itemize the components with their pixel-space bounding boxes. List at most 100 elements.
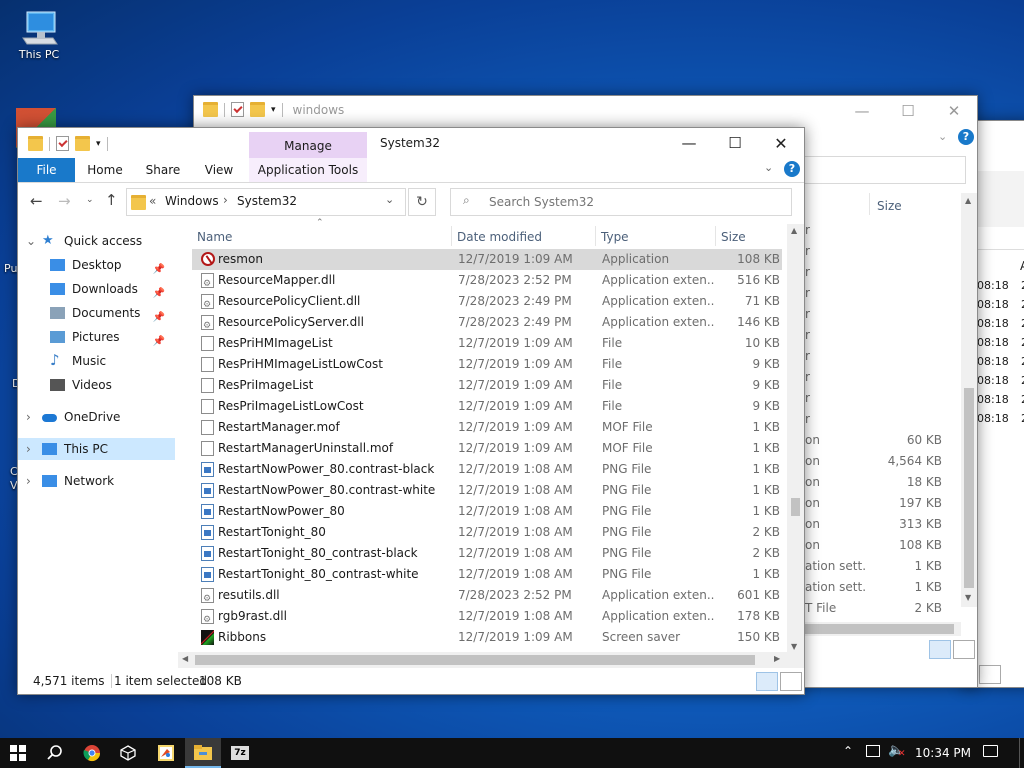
- file-row[interactable]: RestartTonight_80_contrast-white 12/7/201…: [192, 564, 782, 585]
- notifications-icon[interactable]: [983, 745, 998, 757]
- new-folder-icon[interactable]: [250, 102, 265, 117]
- breadcrumb-separator-icon[interactable]: ›: [223, 193, 228, 207]
- minimize-button[interactable]: —: [839, 96, 885, 126]
- file-row[interactable]: ResourcePolicyServer.dll 7/28/2023 2:49 P…: [192, 312, 782, 337]
- clock[interactable]: 10:34 PM: [915, 746, 971, 760]
- tab-home[interactable]: Home: [78, 158, 132, 182]
- search-input[interactable]: [487, 192, 781, 212]
- overflow-crumb[interactable]: «: [149, 194, 156, 208]
- file-row[interactable]: RestartNowPower_80.contrast-black 12/7/20…: [192, 459, 782, 480]
- expand-chevron-icon[interactable]: ›: [26, 438, 31, 460]
- file-row[interactable]: RestartNowPower_80 12/7/2019 1:08 AM PNG F…: [192, 501, 782, 522]
- large-icons-view-button[interactable]: [979, 665, 1001, 684]
- properties-icon[interactable]: [56, 136, 69, 151]
- ribbon-expand-icon[interactable]: ⌄: [938, 130, 947, 143]
- back-vertical-scrollbar[interactable]: ▲ ▼: [961, 193, 977, 607]
- file-explorer-taskbar-button[interactable]: [185, 738, 221, 768]
- nav-item-this-pc[interactable]: › This PC: [18, 438, 175, 460]
- maximize-button[interactable]: ☐: [712, 128, 758, 158]
- maximize-button[interactable]: ☐: [885, 96, 931, 126]
- back-arrow-icon[interactable]: ←: [30, 192, 43, 210]
- chrome-taskbar-button[interactable]: [74, 738, 110, 768]
- file-row[interactable]: rgb9rast.dll 12/7/2019 1:08 AM Application…: [192, 606, 782, 631]
- file-row[interactable]: resutils.dll 7/28/2023 2:52 PM Application…: [192, 585, 782, 610]
- back-horizontal-scrollbar[interactable]: [794, 622, 961, 636]
- nav-item-music[interactable]: ♪ Music: [18, 350, 175, 372]
- paint-taskbar-button[interactable]: [148, 738, 184, 768]
- search-button[interactable]: [37, 738, 73, 768]
- file-row[interactable]: ResPriImageList 12/7/2019 1:09 AM File 9 KB: [192, 375, 782, 396]
- chevron-down-icon[interactable]: ▾: [271, 105, 276, 115]
- manage-contextual-tab[interactable]: Manage: [249, 132, 367, 158]
- close-button[interactable]: ✕: [931, 96, 977, 126]
- vertical-scrollbar[interactable]: ▲ ▼: [787, 224, 804, 656]
- nav-item-network[interactable]: › Network: [18, 470, 175, 492]
- ribbon-expand-icon[interactable]: ⌄: [764, 161, 773, 174]
- scrollbar-thumb[interactable]: [791, 498, 800, 516]
- breadcrumb-system32[interactable]: System32: [237, 194, 297, 208]
- tab-share[interactable]: Share: [136, 158, 190, 182]
- nav-item-quick-access[interactable]: ⌄ ★ Quick access: [18, 230, 175, 252]
- column-header-date-modified[interactable]: Date modified: [457, 225, 542, 249]
- network-tray-icon[interactable]: [866, 745, 880, 757]
- refresh-button[interactable]: ↻: [408, 188, 436, 216]
- nav-item-desktop[interactable]: Desktop 📌: [18, 254, 175, 276]
- recent-locations-chevron-icon[interactable]: ⌄: [86, 195, 94, 205]
- file-row[interactable]: RestartManager.mof 12/7/2019 1:09 AM MOF F…: [192, 417, 782, 438]
- expand-chevron-icon[interactable]: ›: [26, 406, 31, 428]
- expand-chevron-icon[interactable]: ⌄: [26, 230, 36, 252]
- file-row[interactable]: RestartNowPower_80.contrast-white 12/7/20…: [192, 480, 782, 501]
- horizontal-scrollbar[interactable]: ◀ ▶: [178, 652, 804, 668]
- large-icons-view-button[interactable]: [953, 640, 975, 659]
- back-size-header[interactable]: Size: [877, 199, 902, 213]
- file-row[interactable]: resmon 12/7/2019 1:09 AM Application 108 KB: [192, 249, 782, 270]
- desktop-icon-this-pc[interactable]: This PC: [4, 8, 74, 61]
- nav-item-documents[interactable]: Documents 📌: [18, 302, 175, 324]
- tab-application-tools[interactable]: Application Tools: [249, 158, 367, 182]
- up-arrow-icon[interactable]: ↑: [105, 191, 118, 209]
- file-row[interactable]: ResourceMapper.dll 7/28/2023 2:52 PM Appli…: [192, 270, 782, 295]
- file-row[interactable]: Ribbons 12/7/2019 1:09 AM Screen saver 150 …: [192, 627, 782, 648]
- scroll-left-icon[interactable]: ◀: [182, 654, 188, 663]
- search-box[interactable]: ⌕: [450, 188, 792, 216]
- help-icon[interactable]: ?: [784, 161, 800, 177]
- properties-icon[interactable]: [231, 102, 244, 117]
- help-icon[interactable]: ?: [958, 129, 974, 145]
- scroll-down-icon[interactable]: ▼: [791, 642, 797, 651]
- start-button[interactable]: [0, 738, 36, 768]
- chevron-down-icon[interactable]: ▾: [96, 139, 101, 149]
- nav-item-videos[interactable]: Videos: [18, 374, 175, 396]
- column-header-size[interactable]: Size: [721, 225, 746, 249]
- show-desktop-button[interactable]: [1019, 738, 1020, 768]
- expand-chevron-icon[interactable]: ›: [26, 470, 31, 492]
- chevron-up-icon[interactable]: ⌃: [843, 744, 853, 758]
- forward-arrow-icon[interactable]: →: [58, 192, 71, 210]
- virtualbox-taskbar-button[interactable]: [110, 738, 146, 768]
- file-row[interactable]: RestartTonight_80_contrast-black 12/7/201…: [192, 543, 782, 564]
- back-search-box[interactable]: [794, 156, 966, 184]
- column-header-name[interactable]: Name: [197, 225, 232, 249]
- breadcrumb-windows[interactable]: Windows: [165, 194, 219, 208]
- scrollbar-thumb[interactable]: [195, 655, 755, 665]
- front-explorer-window[interactable]: ▾ Manage System32 — ☐ ✕ File Home Share …: [17, 127, 805, 695]
- scrollbar-thumb[interactable]: [964, 388, 974, 588]
- minimize-button[interactable]: —: [666, 128, 712, 158]
- address-dropdown-icon[interactable]: ⌄: [385, 193, 394, 206]
- file-row[interactable]: RestartTonight_80 12/7/2019 1:08 AM PNG Fi…: [192, 522, 782, 543]
- tab-view[interactable]: View: [192, 158, 246, 182]
- file-row[interactable]: ResPriHMImageListLowCost 12/7/2019 1:09 A…: [192, 354, 782, 375]
- file-row[interactable]: RestartManagerUninstall.mof 12/7/2019 1:0…: [192, 438, 782, 459]
- nav-item-onedrive[interactable]: › OneDrive: [18, 406, 175, 428]
- file-row[interactable]: ResourcePolicyClient.dll 7/28/2023 2:49 P…: [192, 291, 782, 316]
- column-header-type[interactable]: Type: [601, 225, 629, 249]
- file-row[interactable]: ResPriHMImageList 12/7/2019 1:09 AM File 10…: [192, 333, 782, 354]
- file-row[interactable]: ResPriImageListLowCost 12/7/2019 1:09 AM F…: [192, 396, 782, 417]
- scroll-right-icon[interactable]: ▶: [774, 654, 780, 663]
- nav-item-pictures[interactable]: Pictures 📌: [18, 326, 175, 348]
- nav-item-downloads[interactable]: Downloads 📌: [18, 278, 175, 300]
- back-titlebar[interactable]: ▾ windows — ☐ ✕: [194, 96, 977, 126]
- front-titlebar[interactable]: ▾ Manage System32 — ☐ ✕: [18, 128, 804, 158]
- 7zip-taskbar-button[interactable]: 7z: [222, 738, 258, 768]
- tab-file[interactable]: File: [18, 158, 75, 182]
- details-view-button[interactable]: [756, 672, 778, 691]
